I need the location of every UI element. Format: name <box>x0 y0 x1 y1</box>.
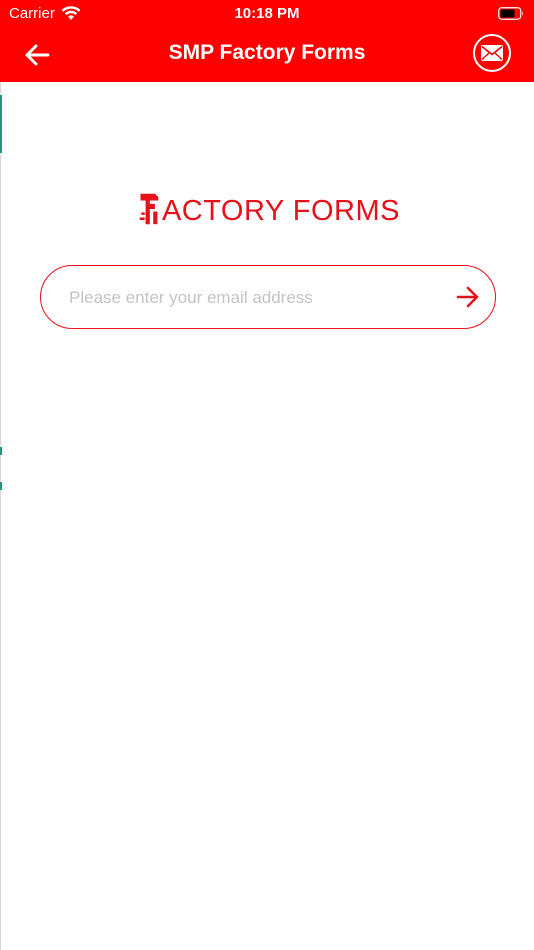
page-title: SMP Factory Forms <box>168 41 366 64</box>
envelope-icon <box>481 45 503 61</box>
left-accent-mark <box>0 95 2 153</box>
factory-logo-icon <box>139 193 159 225</box>
email-field-container <box>40 265 496 329</box>
nav-bar: SMP Factory Forms <box>0 28 534 82</box>
status-bar: Carrier 10:18 PM <box>0 0 534 28</box>
factory-forms-logo: ACTORY FORMS <box>138 185 400 229</box>
arrow-right-icon[interactable] <box>455 285 481 309</box>
login-screen: Carrier 10:18 PM SMP Factory Forms ACTOR… <box>0 0 534 950</box>
email-input[interactable] <box>67 280 441 316</box>
mail-button[interactable] <box>473 34 511 72</box>
logo-text: ACTORY FORMS <box>161 195 400 227</box>
status-time: 10:18 PM <box>234 5 300 22</box>
left-accent-mark <box>0 447 2 455</box>
left-accent-mark <box>0 482 2 490</box>
battery-icon <box>498 7 524 20</box>
left-edge-divider <box>0 82 1 950</box>
